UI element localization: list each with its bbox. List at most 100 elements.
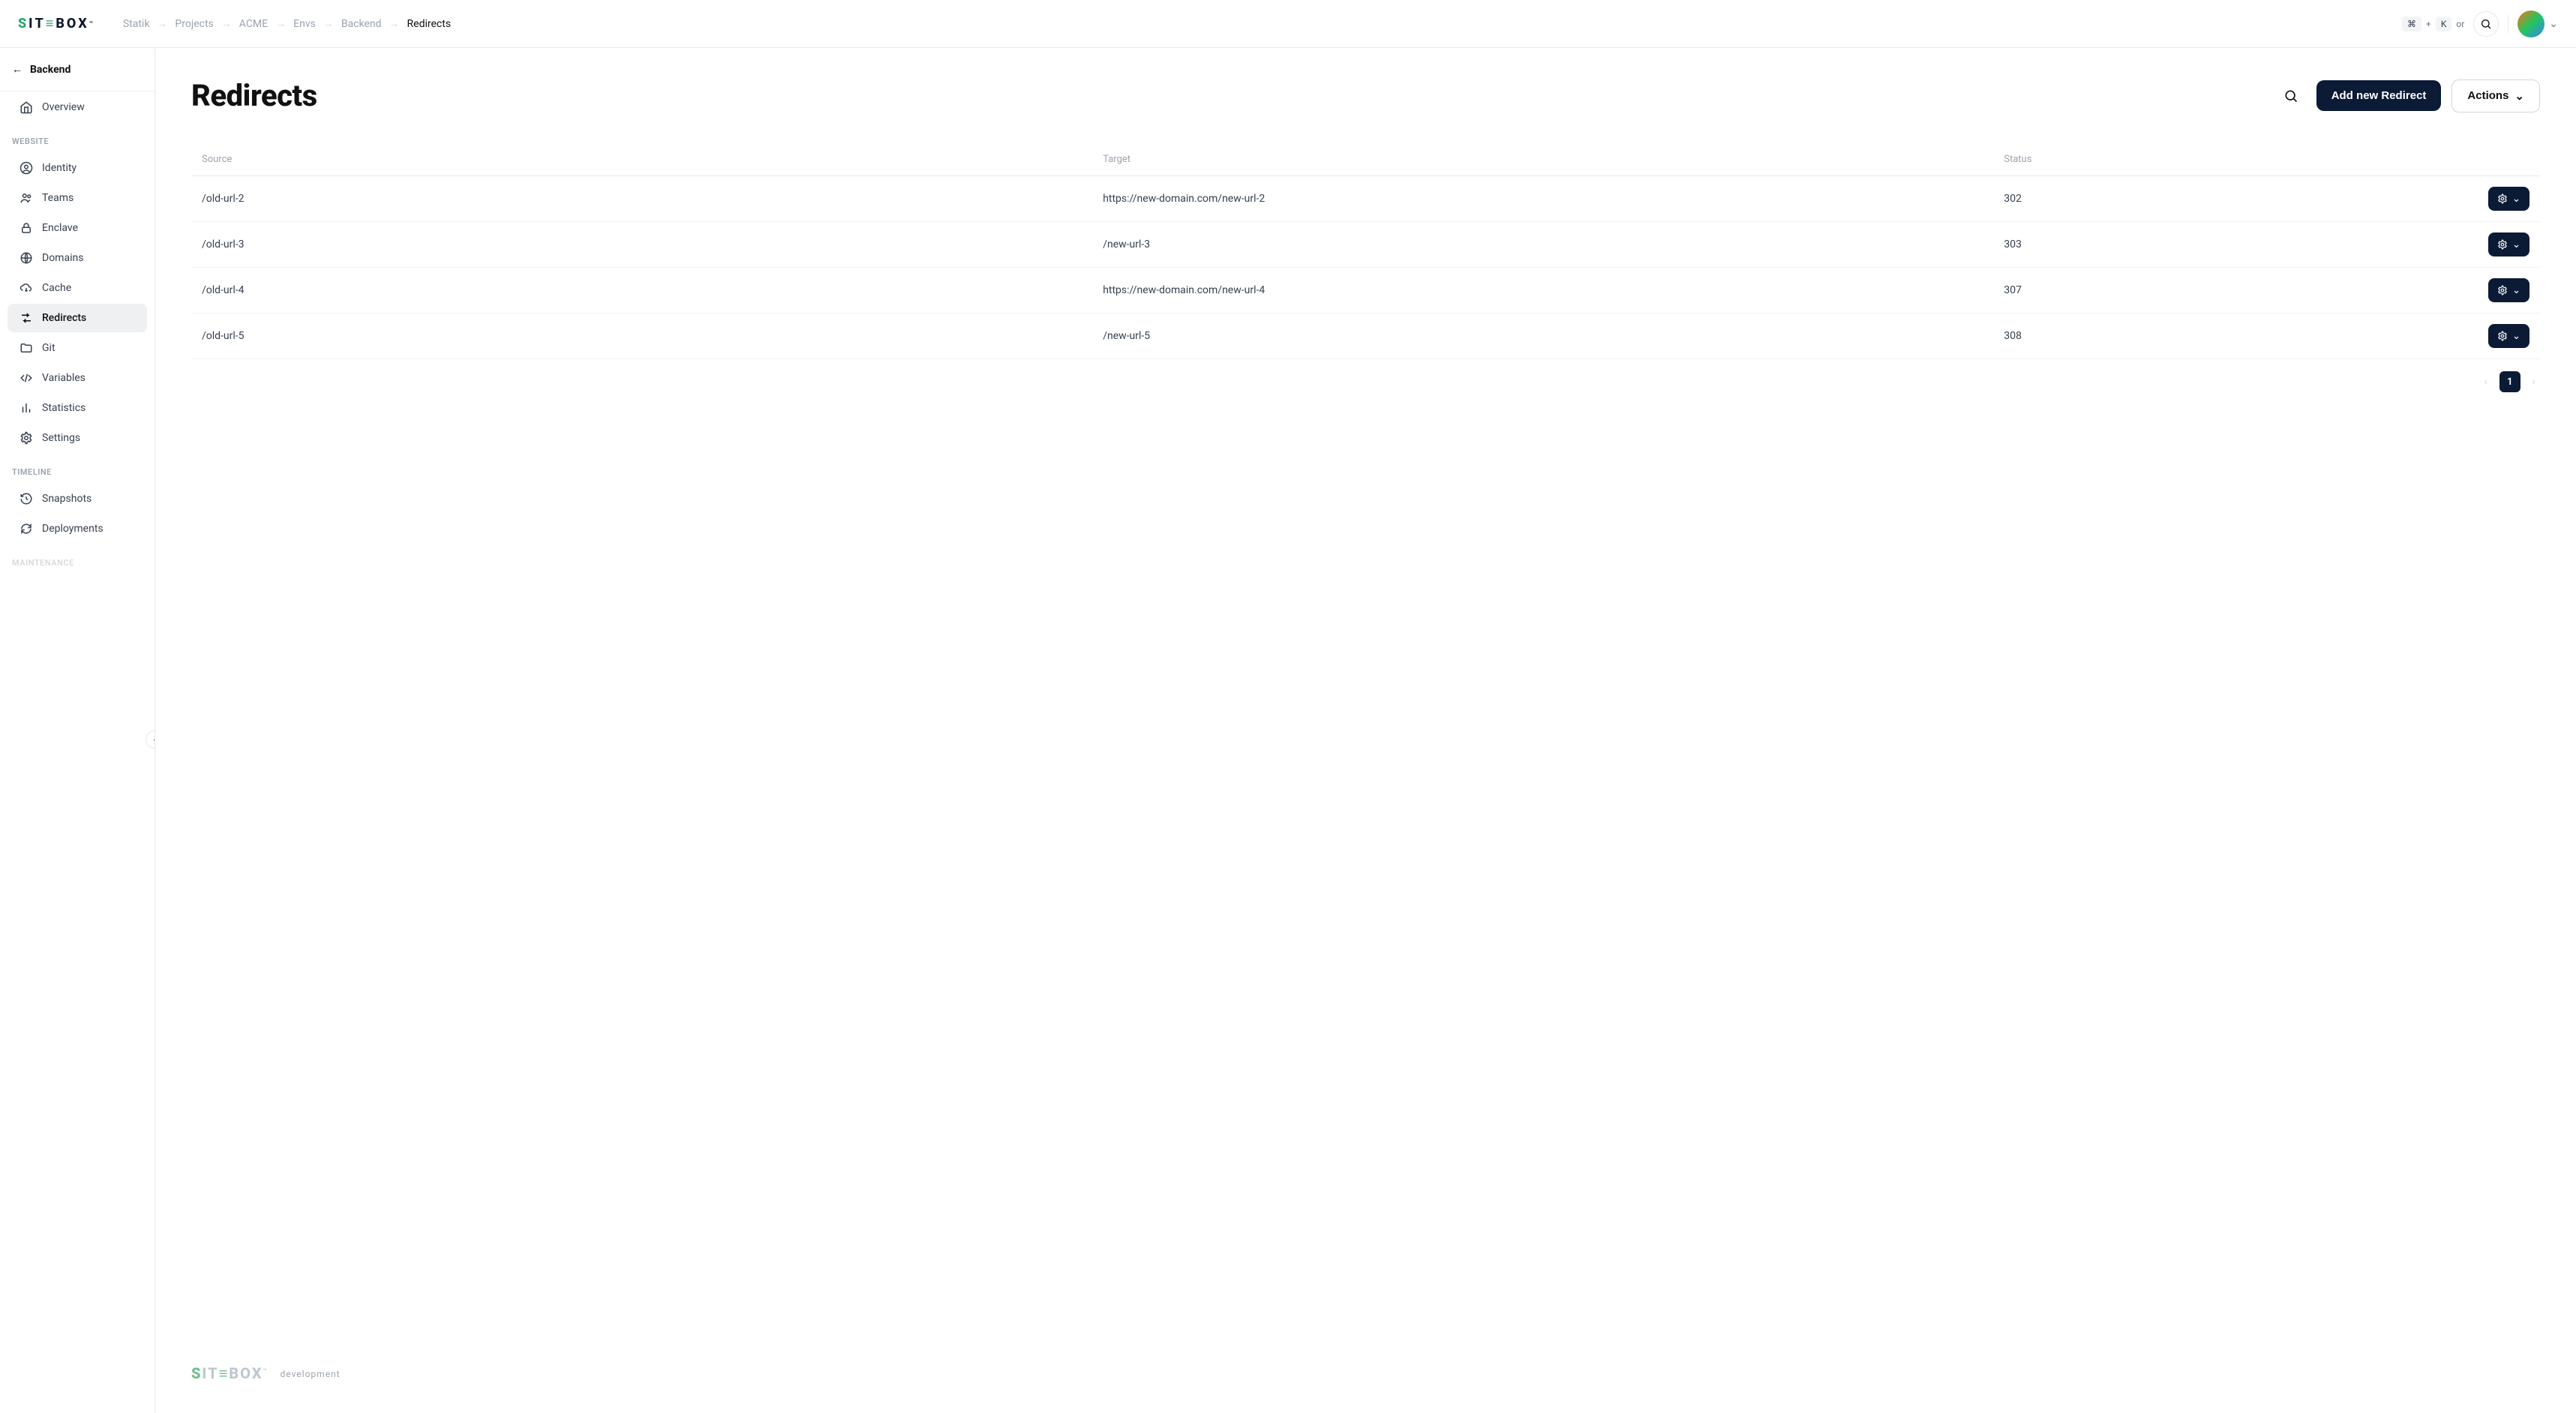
search-button[interactable] — [2473, 11, 2499, 37]
sidebar-item-settings[interactable]: Settings — [8, 424, 147, 452]
cell-status: 308 — [2004, 330, 2454, 342]
row-actions-button[interactable]: ⌄ — [2488, 278, 2529, 302]
cell-target: https://new-domain.com/new-url-2 — [1103, 193, 2004, 205]
pagination-next[interactable]: › — [2528, 373, 2540, 391]
crumb-statik[interactable]: Statik — [123, 18, 150, 30]
crumb-redirects[interactable]: Redirects — [407, 18, 452, 30]
sidebar-item-overview[interactable]: Overview — [8, 93, 147, 122]
actions-dropdown-button[interactable]: Actions ⌄ — [2451, 80, 2540, 112]
page-actions: Add new Redirect Actions ⌄ — [2276, 80, 2540, 112]
sidebar-item-label: Variables — [42, 372, 86, 384]
sidebar-item-statistics[interactable]: Statistics — [8, 394, 147, 422]
sidebar-item-teams[interactable]: Teams — [8, 184, 147, 212]
home-icon — [20, 100, 33, 114]
sidebar-item-label: Statistics — [42, 402, 86, 414]
chevron-down-icon: ⌄ — [2549, 18, 2558, 30]
user-circle-icon — [20, 161, 33, 175]
code-icon — [20, 371, 33, 385]
kbd-k: K — [2436, 16, 2452, 32]
col-status: Status — [2004, 154, 2454, 165]
chevron-down-icon: ⌄ — [2512, 238, 2520, 250]
table-header: Source Target Status — [191, 143, 2540, 176]
table-row: /old-url-3 /new-url-3 303 ⌄ — [191, 222, 2540, 268]
collapse-sidebar-button[interactable]: ‹ — [146, 730, 155, 748]
gear-icon — [2497, 239, 2508, 250]
sidebar-item-variables[interactable]: Variables — [8, 364, 147, 392]
crumb-backend[interactable]: Backend — [341, 18, 382, 30]
actions-label: Actions — [2467, 89, 2508, 102]
history-icon — [20, 492, 33, 506]
arrow-left-icon: ← — [12, 63, 23, 76]
sidebar: ← Backend Overview WEBSITE Identity Team… — [0, 48, 155, 1413]
sidebar-back[interactable]: ← Backend — [0, 48, 155, 92]
cell-source: /old-url-2 — [202, 193, 1103, 205]
cloud-download-icon — [20, 281, 33, 295]
refresh-icon — [20, 522, 33, 536]
col-target: Target — [1103, 154, 2004, 165]
cell-source: /old-url-4 — [202, 284, 1103, 296]
page-header: Redirects Add new Redirect Actions ⌄ — [191, 78, 2540, 113]
crumb-acme[interactable]: ACME — [239, 18, 268, 30]
pagination-prev[interactable]: ‹ — [2480, 373, 2492, 391]
cell-status: 302 — [2004, 193, 2454, 205]
sidebar-section-timeline: TIMELINE — [0, 454, 155, 483]
folder-icon — [20, 341, 33, 355]
cell-source: /old-url-3 — [202, 238, 1103, 250]
chevron-right-icon: → — [389, 17, 400, 30]
gear-icon — [2497, 285, 2508, 296]
row-actions-button[interactable]: ⌄ — [2488, 324, 2529, 348]
sidebar-item-label: Teams — [42, 192, 74, 204]
cell-target: /new-url-5 — [1103, 330, 2004, 342]
search-icon — [2480, 18, 2492, 30]
sidebar-item-label: Enclave — [42, 222, 78, 234]
main-content: Redirects Add new Redirect Actions ⌄ Sou… — [155, 48, 2576, 1413]
search-redirects-button[interactable] — [2276, 81, 2306, 111]
logo[interactable]: SIT≡BOX™ — [18, 16, 93, 32]
user-menu[interactable]: ⌄ — [2517, 10, 2558, 38]
sidebar-item-label: Redirects — [42, 312, 86, 324]
sidebar-item-domains[interactable]: Domains — [8, 244, 147, 272]
footer-logo: SIT≡BOX™ — [191, 1364, 269, 1383]
cell-source: /old-url-5 — [202, 330, 1103, 342]
chevron-right-icon: → — [323, 17, 334, 30]
sidebar-item-cache[interactable]: Cache — [8, 274, 147, 302]
lock-icon — [20, 221, 33, 235]
chevron-right-icon: → — [157, 17, 167, 30]
redirect-icon — [20, 311, 33, 325]
sidebar-section-maintenance: MAINTENANCE — [0, 544, 155, 574]
gear-icon — [2497, 331, 2508, 341]
sidebar-back-label: Backend — [30, 64, 71, 76]
sidebar-item-enclave[interactable]: Enclave — [8, 214, 147, 242]
chevron-right-icon: → — [275, 17, 286, 30]
sidebar-item-deployments[interactable]: Deployments — [8, 514, 147, 543]
add-redirect-button[interactable]: Add new Redirect — [2316, 80, 2442, 111]
cell-target: https://new-domain.com/new-url-4 — [1103, 284, 2004, 296]
chevron-left-icon: ‹ — [153, 734, 155, 745]
sidebar-item-label: Settings — [42, 432, 80, 444]
sidebar-item-snapshots[interactable]: Snapshots — [8, 484, 147, 513]
pagination-page-1[interactable]: 1 — [2499, 371, 2520, 392]
sidebar-item-identity[interactable]: Identity — [8, 154, 147, 182]
pagination: ‹ 1 › — [191, 371, 2540, 392]
sidebar-item-redirects[interactable]: Redirects — [8, 304, 147, 332]
kbd-cmd: ⌘ — [2402, 16, 2421, 32]
or-text: or — [2456, 19, 2464, 29]
row-actions-button[interactable]: ⌄ — [2488, 232, 2529, 256]
breadcrumb: Statik → Projects → ACME → Envs → Backen… — [123, 17, 451, 30]
footer: SIT≡BOX™ development — [191, 1304, 2540, 1383]
redirects-table: Source Target Status /old-url-2 https://… — [191, 143, 2540, 359]
row-actions-button[interactable]: ⌄ — [2488, 187, 2529, 211]
sidebar-item-git[interactable]: Git — [8, 334, 147, 362]
sidebar-item-label: Git — [42, 342, 56, 354]
sidebar-item-label: Deployments — [42, 523, 104, 535]
cell-target: /new-url-3 — [1103, 238, 2004, 250]
bar-chart-icon — [20, 401, 33, 415]
cell-status: 303 — [2004, 238, 2454, 250]
sidebar-item-label: Cache — [42, 282, 71, 294]
table-row: /old-url-2 https://new-domain.com/new-ur… — [191, 176, 2540, 222]
crumb-envs[interactable]: Envs — [293, 18, 316, 30]
chevron-down-icon: ⌄ — [2512, 284, 2520, 296]
table-row: /old-url-4 https://new-domain.com/new-ur… — [191, 268, 2540, 314]
crumb-projects[interactable]: Projects — [175, 18, 213, 30]
col-source: Source — [202, 154, 1103, 165]
